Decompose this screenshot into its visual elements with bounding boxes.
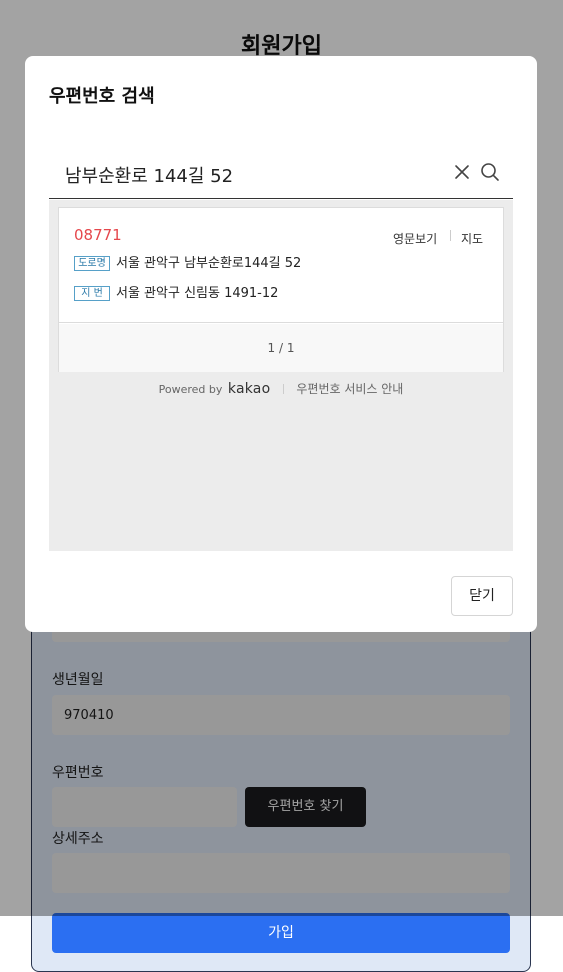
- road-badge: 도로명: [74, 256, 110, 271]
- search-box: 남부순환로 144길 52: [49, 152, 513, 199]
- clear-icon[interactable]: [453, 163, 471, 181]
- search-icon[interactable]: [480, 162, 500, 182]
- english-view-link[interactable]: 영문보기: [393, 230, 437, 247]
- road-address-row[interactable]: 도로명 서울 관악구 남부순환로144길 52: [74, 252, 301, 271]
- map-link[interactable]: 지도: [461, 230, 483, 247]
- result-list: 08771 영문보기 지도 도로명 서울 관악구 남부순환로144길 52 지 번…: [58, 207, 504, 372]
- submit-button[interactable]: 가입: [52, 913, 510, 953]
- jibun-badge: 지 번: [74, 286, 110, 301]
- powered-by-text: Powered by: [158, 383, 223, 396]
- result-panel: 08771 영문보기 지도 도로명 서울 관악구 남부순환로144길 52 지 번…: [49, 200, 513, 551]
- zipcode[interactable]: 08771: [74, 226, 122, 244]
- road-address[interactable]: 서울 관악구 남부순환로144길 52: [116, 256, 301, 271]
- modal-title: 우편번호 검색: [49, 86, 155, 107]
- pagination[interactable]: 1 / 1: [59, 324, 503, 372]
- kakao-logo: kakao: [227, 381, 271, 397]
- search-input[interactable]: 남부순환로 144길 52: [65, 162, 233, 188]
- service-info-link[interactable]: 우편번호 서비스 안내: [296, 382, 403, 396]
- powered-footer: Powered by kakao 우편번호 서비스 안내: [49, 380, 513, 397]
- result-item[interactable]: 08771 영문보기 지도 도로명 서울 관악구 남부순환로144길 52 지 번…: [59, 208, 503, 323]
- close-button[interactable]: 닫기: [451, 576, 513, 616]
- jibun-address-row[interactable]: 지 번 서울 관악구 신림동 1491-12: [74, 282, 278, 301]
- jibun-address[interactable]: 서울 관악구 신림동 1491-12: [116, 286, 278, 301]
- zipcode-modal: 우편번호 검색 남부순환로 144길 52 08771 영문보기 지도 도로명서…: [25, 56, 537, 632]
- link-divider: [450, 230, 451, 241]
- footer-divider: [282, 384, 284, 394]
